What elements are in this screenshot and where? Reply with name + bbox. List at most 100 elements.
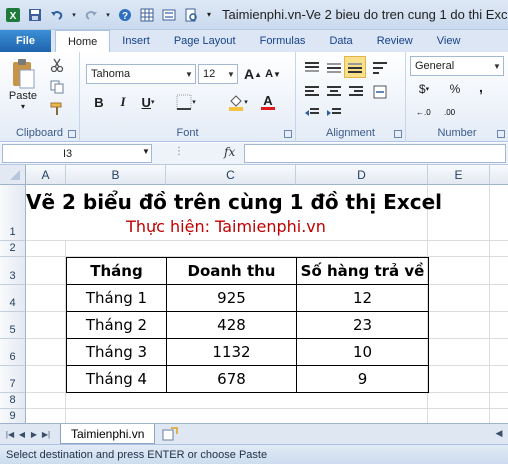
font-color-letter: A [263, 93, 273, 108]
fill-color-button[interactable]: ▾ [224, 92, 252, 112]
save-icon[interactable] [26, 6, 44, 24]
column-header-b[interactable]: B [66, 165, 166, 185]
align-center-button[interactable] [324, 82, 344, 102]
font-color-button[interactable]: A [254, 92, 282, 112]
decrease-indent-button[interactable] [302, 106, 322, 120]
next-sheet-icon[interactable]: ▶ [28, 427, 40, 441]
undo-dropdown-icon[interactable]: ▾ [70, 6, 78, 24]
format-painter-button[interactable] [48, 100, 66, 118]
scroll-left-icon[interactable]: ◀ [490, 428, 508, 442]
font-launcher-icon[interactable] [284, 130, 292, 138]
redo-icon[interactable] [82, 6, 100, 24]
undo-icon[interactable] [48, 6, 66, 24]
number-launcher-icon[interactable] [497, 130, 505, 138]
font-size-select[interactable]: 12 ▼ [198, 64, 238, 84]
column-header-c[interactable]: C [166, 165, 296, 185]
underline-button[interactable]: U ▾ [136, 92, 160, 112]
copy-icon [50, 80, 64, 94]
paste-button[interactable]: Paste ▾ [6, 56, 40, 112]
table-cell[interactable]: 23 [296, 311, 429, 339]
select-all-corner[interactable] [0, 165, 26, 185]
first-sheet-icon[interactable]: |◀ [4, 427, 16, 441]
row-header-9[interactable]: 9 [0, 409, 26, 423]
column-header-f[interactable] [490, 165, 508, 185]
comma-button[interactable]: , [472, 78, 490, 96]
formula-bar-grip-icon[interactable]: ⋮ [174, 146, 184, 157]
worksheet-grid[interactable]: A B C D E 1 2 3 4 5 6 7 8 9 Vẽ 2 biểu đồ… [0, 165, 508, 423]
wrap-text-button[interactable] [370, 58, 390, 78]
bold-button[interactable]: B [90, 92, 108, 112]
grow-font-button[interactable]: A ▲ [244, 64, 262, 84]
row-header-6[interactable]: 6 [0, 339, 26, 366]
table-cell[interactable]: 428 [166, 311, 297, 339]
increase-indent-button[interactable] [324, 106, 344, 120]
alignment-launcher-icon[interactable] [394, 130, 402, 138]
status-bar: Select destination and press ENTER or ch… [0, 444, 508, 464]
tab-review[interactable]: Review [365, 30, 425, 52]
align-left-button[interactable] [302, 82, 322, 102]
increase-decimal-button[interactable]: ←.0 [414, 104, 436, 118]
table-cell[interactable]: 925 [166, 284, 297, 312]
table-header-cell[interactable]: Tháng [66, 257, 167, 285]
grid-icon[interactable] [138, 6, 156, 24]
table-cell[interactable]: 12 [296, 284, 429, 312]
merge-center-button[interactable] [370, 82, 390, 102]
formula-input[interactable] [244, 144, 506, 163]
align-top-button[interactable] [302, 58, 322, 78]
table-cell[interactable]: 10 [296, 338, 429, 366]
percent-button[interactable]: % [446, 80, 464, 98]
align-bottom-button[interactable] [344, 56, 366, 78]
form-icon[interactable] [160, 6, 178, 24]
name-box[interactable]: I3 [2, 144, 152, 163]
italic-button[interactable]: I [114, 92, 132, 112]
tab-file[interactable]: File [0, 30, 51, 52]
tab-page-layout[interactable]: Page Layout [162, 30, 248, 52]
table-header-cell[interactable]: Số hàng trả về [296, 257, 429, 285]
row-header-3[interactable]: 3 [0, 257, 26, 285]
table-cell[interactable]: Tháng 4 [66, 365, 167, 393]
redo-dropdown-icon[interactable]: ▾ [104, 6, 112, 24]
column-header-e[interactable]: E [428, 165, 490, 185]
column-header-a[interactable]: A [26, 165, 66, 185]
table-cell[interactable]: 1132 [166, 338, 297, 366]
row-header-5[interactable]: 5 [0, 312, 26, 339]
row-header-2[interactable]: 2 [0, 241, 26, 257]
font-family-select[interactable]: Tahoma ▼ [86, 64, 196, 84]
shrink-font-button[interactable]: A ▼ [264, 64, 282, 84]
row-header-1[interactable]: 1 [0, 185, 26, 241]
help-icon[interactable]: ? [116, 6, 134, 24]
row-header-8[interactable]: 8 [0, 393, 26, 409]
tab-data[interactable]: Data [317, 30, 364, 52]
table-cell[interactable]: 9 [296, 365, 429, 393]
sheet-tab-active[interactable]: Taimienphi.vn [60, 424, 156, 444]
tab-home[interactable]: Home [54, 30, 111, 52]
clipboard-launcher-icon[interactable] [68, 130, 76, 138]
tab-view[interactable]: View [425, 30, 473, 52]
borders-button[interactable]: ▾ [172, 92, 200, 112]
excel-logo-icon[interactable]: X [4, 6, 22, 24]
copy-button[interactable] [48, 78, 66, 96]
print-preview-icon[interactable] [182, 6, 200, 24]
table-cell[interactable]: Tháng 3 [66, 338, 167, 366]
prev-sheet-icon[interactable]: ◀ [16, 427, 28, 441]
align-right-button[interactable] [346, 82, 366, 102]
customize-qat-icon[interactable]: ▾ [204, 6, 214, 24]
tab-insert[interactable]: Insert [110, 30, 162, 52]
table-cell[interactable]: Tháng 2 [66, 311, 167, 339]
table-cell[interactable]: Tháng 1 [66, 284, 167, 312]
last-sheet-icon[interactable]: ▶| [40, 427, 52, 441]
table-header-cell[interactable]: Doanh thu [166, 257, 297, 285]
cut-button[interactable] [48, 56, 66, 74]
row-header-7[interactable]: 7 [0, 366, 26, 393]
currency-button[interactable]: $ ▾ [412, 80, 436, 98]
insert-sheet-button[interactable] [161, 426, 179, 442]
row-header-4[interactable]: 4 [0, 285, 26, 312]
insert-function-button[interactable]: fx [224, 145, 235, 159]
column-header-d[interactable]: D [296, 165, 428, 185]
name-box-dropdown-icon[interactable]: ▼ [142, 147, 150, 156]
align-middle-button[interactable] [324, 58, 344, 78]
decrease-decimal-button[interactable]: .00 [442, 104, 464, 118]
tab-formulas[interactable]: Formulas [248, 30, 318, 52]
number-format-select[interactable]: General ▼ [410, 56, 504, 76]
table-cell[interactable]: 678 [166, 365, 297, 393]
